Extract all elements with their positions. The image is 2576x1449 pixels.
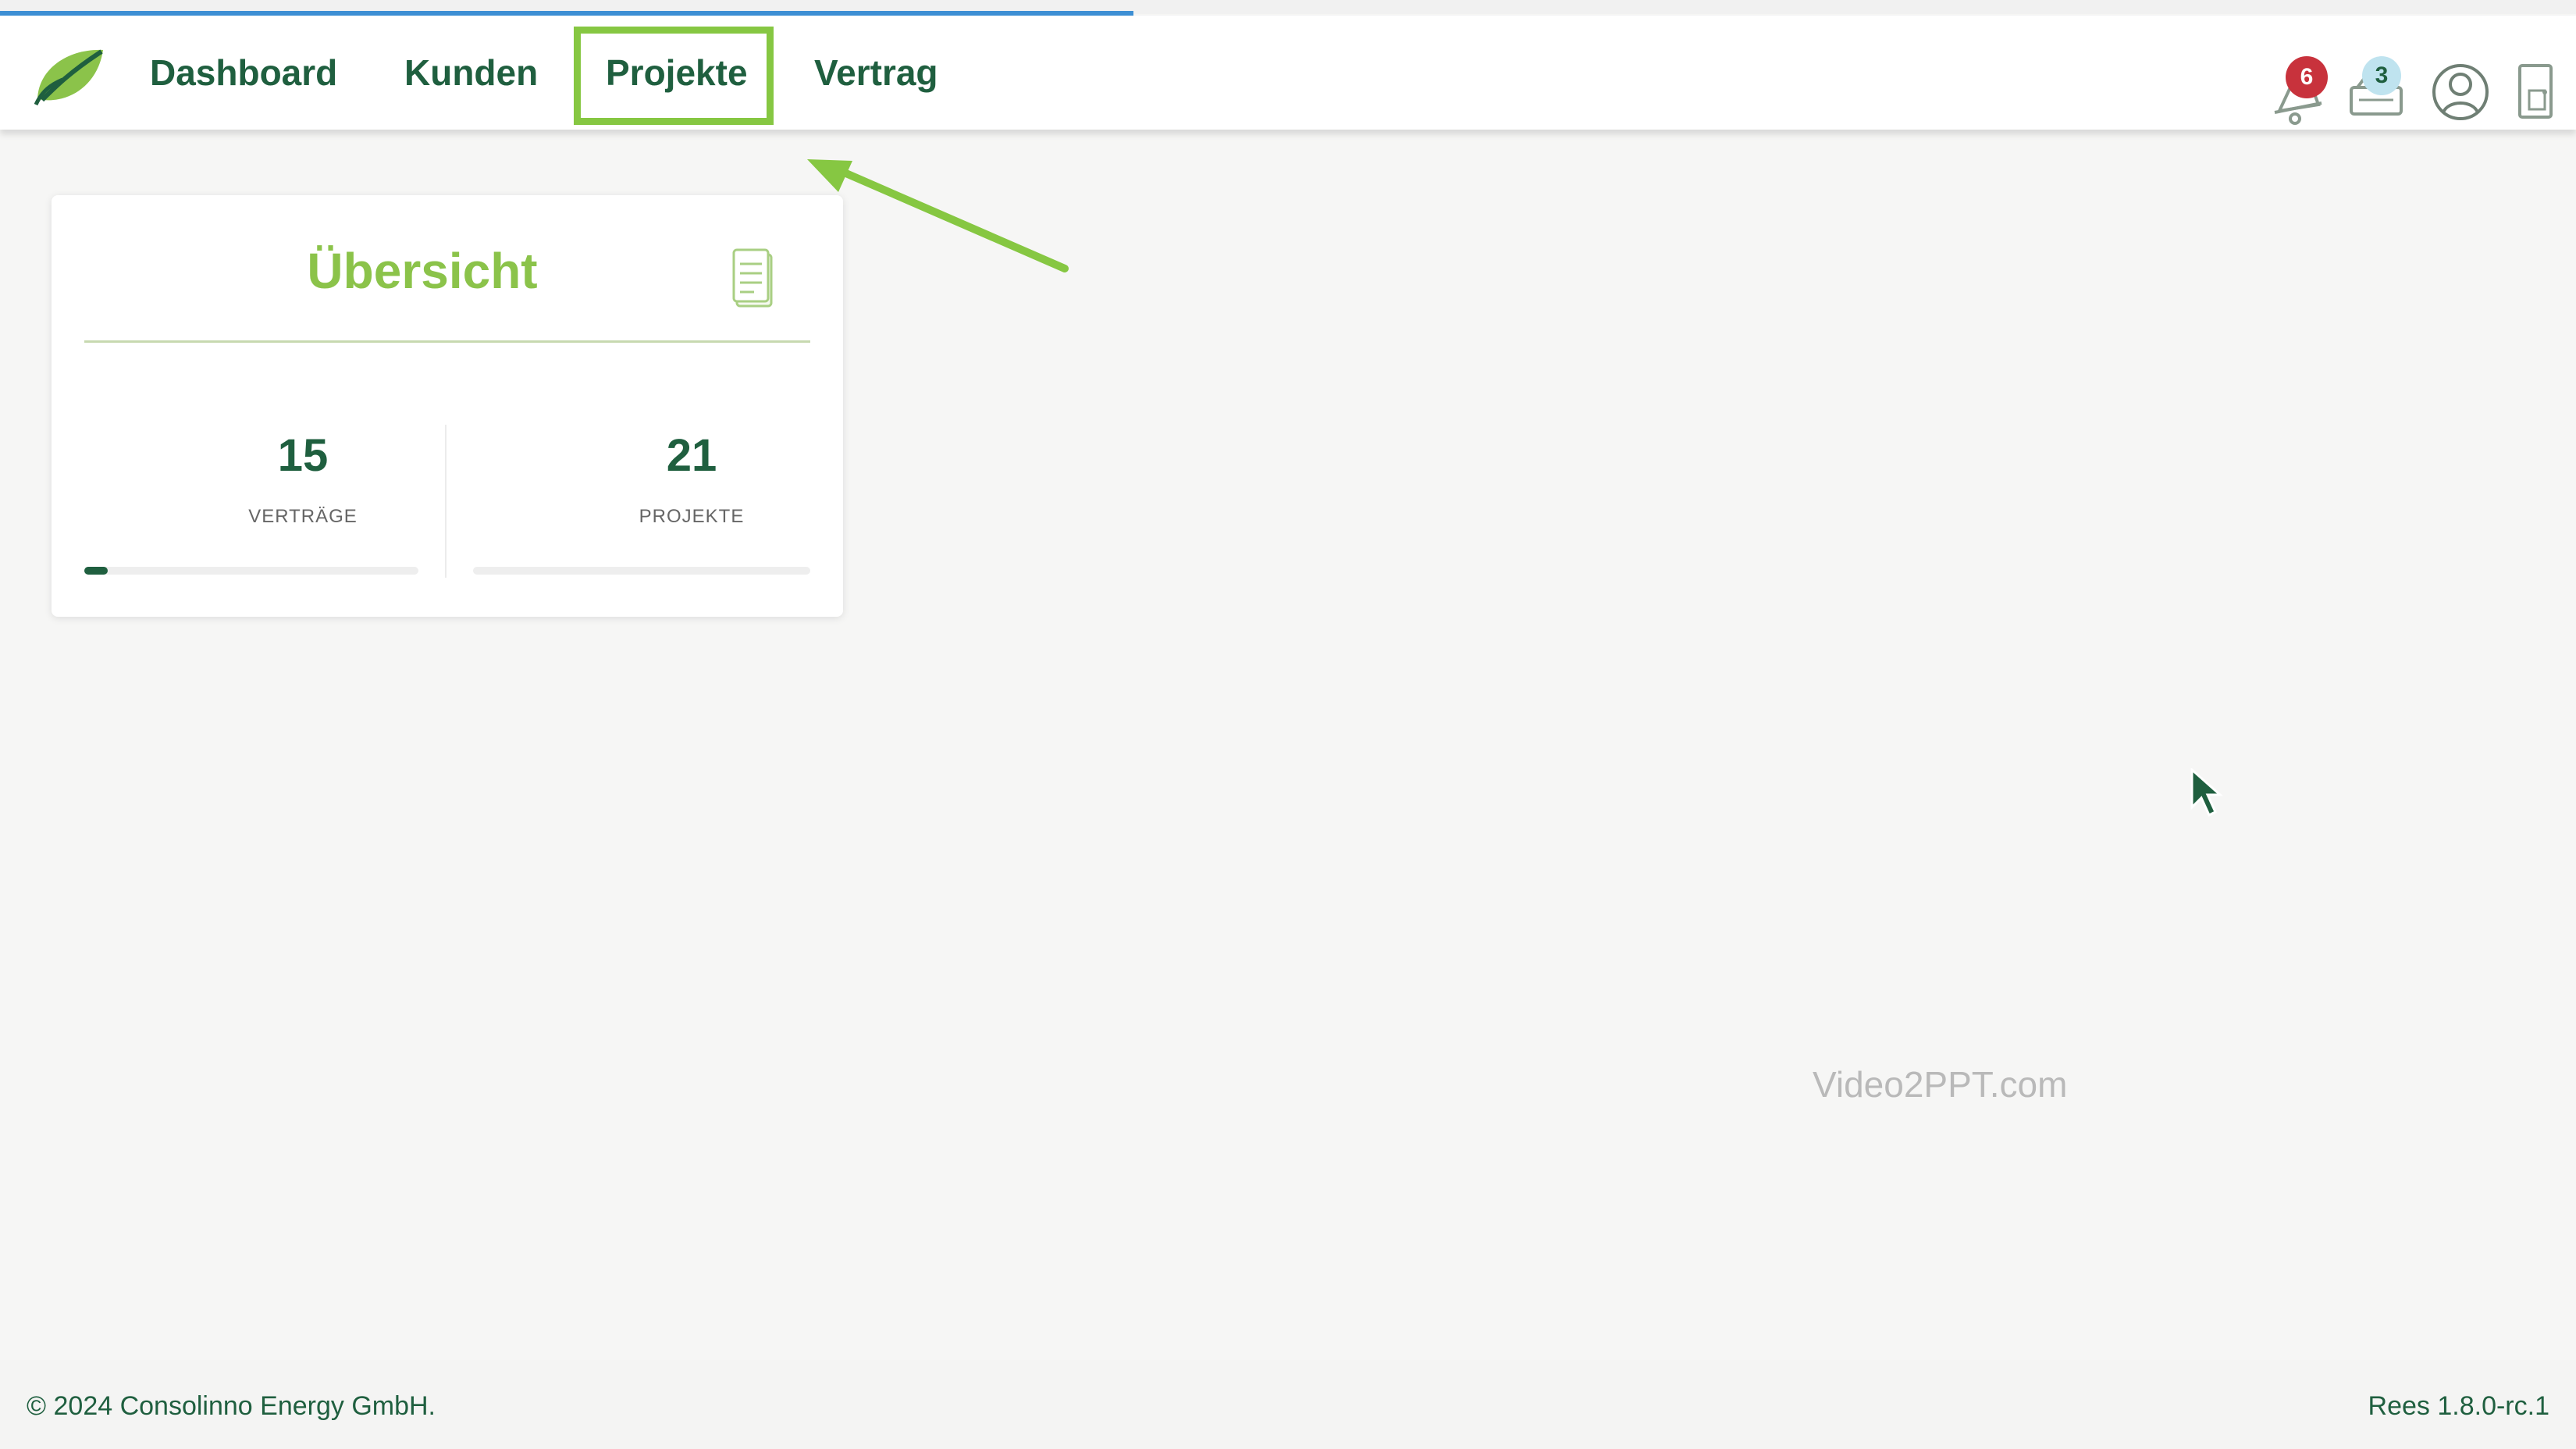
app-page: Dashboard Kunden Projekte Vertrag 6 3 Üb… bbox=[0, 0, 2576, 1449]
projects-label: PROJEKTE bbox=[639, 506, 745, 527]
contracts-count[interactable]: 15 bbox=[186, 429, 420, 482]
nav-kunden[interactable]: Kunden bbox=[404, 47, 538, 98]
stats-divider bbox=[445, 425, 447, 578]
mouse-cursor-icon bbox=[2190, 768, 2223, 817]
footer-version: Rees 1.8.0-rc.1 bbox=[2368, 1391, 2549, 1421]
document-icon bbox=[732, 248, 773, 308]
overview-title: Übersicht bbox=[307, 243, 538, 299]
annotation-arrow bbox=[807, 159, 1069, 272]
card-title-divider bbox=[84, 340, 810, 343]
user-icon[interactable] bbox=[2429, 56, 2492, 126]
nav-dashboard[interactable]: Dashboard bbox=[150, 47, 337, 98]
nav-vertrag[interactable]: Vertrag bbox=[814, 47, 938, 98]
logout-door-icon[interactable] bbox=[2512, 56, 2559, 126]
contracts-progress-fill bbox=[84, 567, 108, 575]
contracts-label: VERTRÄGE bbox=[248, 506, 358, 527]
overview-card: Übersicht 15 VERTRÄGE 21 PROJEKTE bbox=[52, 195, 843, 617]
leaf-logo-icon[interactable] bbox=[31, 44, 106, 108]
projects-count[interactable]: 21 bbox=[575, 429, 809, 482]
contracts-progress-track bbox=[84, 567, 418, 575]
notifications-badge: 6 bbox=[2286, 56, 2328, 98]
tickets-badge: 3 bbox=[2362, 56, 2401, 95]
browser-loading-strip bbox=[0, 0, 2576, 16]
top-navigation-bar: Dashboard Kunden Projekte Vertrag 6 3 bbox=[0, 16, 2576, 130]
footer-copyright: © 2024 Consolinno Energy GmbH. bbox=[27, 1391, 436, 1421]
footer: © 2024 Consolinno Energy GmbH. Rees 1.8.… bbox=[0, 1360, 2576, 1449]
nav-projekte[interactable]: Projekte bbox=[606, 47, 748, 98]
watermark: Video2PPT.com bbox=[1813, 1064, 2068, 1105]
projects-progress-track bbox=[473, 567, 810, 575]
